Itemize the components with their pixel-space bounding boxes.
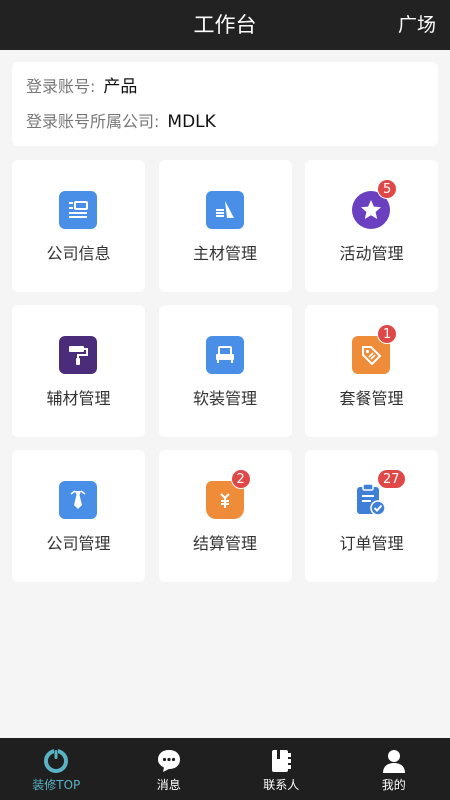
tile-activity[interactable]: 5 活动管理 <box>305 160 438 292</box>
tile-company-info[interactable]: 公司信息 <box>12 160 145 292</box>
settlement-badge: 2 <box>230 469 251 489</box>
account-value: 产品 <box>103 77 138 97</box>
tab-label: 联系人 <box>263 778 300 792</box>
tab-contacts[interactable]: 联系人 <box>225 738 338 800</box>
order-badge: 27 <box>377 469 406 489</box>
chat-bubble-icon <box>156 748 182 774</box>
company-label: 登录账号所属公司: <box>26 112 160 131</box>
account-row: 登录账号: 产品 <box>26 72 137 102</box>
tile-order[interactable]: 27 订单管理 <box>305 450 438 582</box>
tile-label: 套餐管理 <box>339 389 404 408</box>
tile-label: 辅材管理 <box>46 389 111 408</box>
bottom-tab-bar: 装修TOP 消息 联系人 我的 <box>0 738 450 800</box>
home-ring-icon <box>43 748 69 774</box>
tile-label: 公司信息 <box>46 244 111 263</box>
company-row: 登录账号所属公司: MDLK <box>26 107 216 137</box>
clipboard-check-icon: 27 <box>352 469 406 519</box>
paint-roller-icon <box>59 336 97 374</box>
tile-package[interactable]: 1 套餐管理 <box>305 305 438 437</box>
account-info-card: 登录账号: 产品 登录账号所属公司: MDLK <box>12 62 438 146</box>
tile-label: 订单管理 <box>339 534 404 553</box>
contacts-book-icon <box>268 748 294 774</box>
tab-label: 我的 <box>381 778 406 792</box>
tile-label: 活动管理 <box>339 244 404 263</box>
sofa-icon <box>205 336 244 374</box>
tab-home[interactable]: 装修TOP <box>0 738 113 800</box>
main-material-icon <box>205 191 244 229</box>
company-value: MDLK <box>167 112 216 132</box>
money-bag-icon: 2 <box>205 469 251 519</box>
account-label: 登录账号: <box>26 77 96 96</box>
tile-label: 结算管理 <box>192 534 257 553</box>
tab-messages[interactable]: 消息 <box>113 738 226 800</box>
function-grid: 公司信息 主材管理 5 活动管理 辅材管理 软装管理 1 套餐管理 公司管理 2… <box>12 160 438 582</box>
tab-mine[interactable]: 我的 <box>338 738 450 800</box>
tile-label: 主材管理 <box>192 244 257 263</box>
tile-soft-decor[interactable]: 软装管理 <box>158 305 292 437</box>
tile-main-material[interactable]: 主材管理 <box>158 160 292 292</box>
company-info-icon <box>59 191 97 229</box>
person-icon <box>381 748 407 774</box>
page-title: 工作台 <box>193 13 257 37</box>
top-bar: 工作台 广场 <box>0 0 450 50</box>
tile-label: 软装管理 <box>192 389 257 408</box>
tab-label: 消息 <box>156 778 181 792</box>
tag-icon: 1 <box>352 324 398 374</box>
tile-company-manage[interactable]: 公司管理 <box>12 450 145 582</box>
tile-settlement[interactable]: 2 结算管理 <box>158 450 292 582</box>
activity-badge: 5 <box>377 179 398 199</box>
package-badge: 1 <box>377 324 398 344</box>
tile-aux-material[interactable]: 辅材管理 <box>12 305 145 437</box>
tile-label: 公司管理 <box>46 534 111 553</box>
tab-label: 装修TOP <box>32 778 81 792</box>
star-icon: 5 <box>352 179 398 229</box>
tie-icon <box>59 481 97 519</box>
plaza-link[interactable]: 广场 <box>398 0 436 50</box>
